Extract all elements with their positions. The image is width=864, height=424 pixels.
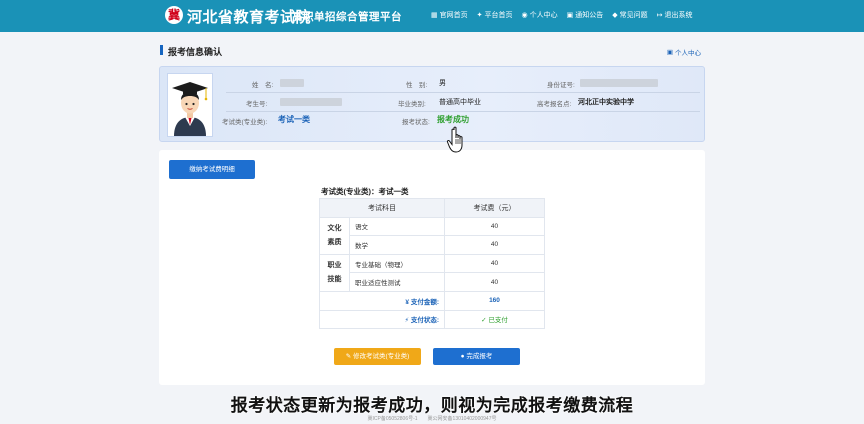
subject-cell: 语文 <box>349 216 445 237</box>
info-row-2: 考生号: 毕业类别: 普通高中毕业 高考报名点: 河北正中实验中学 <box>226 94 700 112</box>
fee-cell: 40 <box>444 216 545 237</box>
faq-icon: ◆ <box>612 12 618 19</box>
col-subject: 考试科目 <box>319 198 445 218</box>
edit-icon: ✎ <box>345 353 353 360</box>
nav-logout[interactable]: ↦ 退出系统 <box>657 10 693 20</box>
exam-number-label: 考生号: <box>246 101 268 108</box>
platform-icon: ✦ <box>476 12 483 19</box>
fee-cell: 40 <box>444 253 545 274</box>
exam-type-label: 考试类(专业类): <box>222 119 268 126</box>
footer-icp: 冀ICP备05052806号-1 冀公网安备13010402000947号 <box>367 416 497 422</box>
table-caption: 考试类(专业类)：考试一类 <box>321 187 409 196</box>
status-label: 报考状态: <box>402 119 430 126</box>
page-title: 报考信息确认 <box>168 47 223 57</box>
page-header: 报考信息确认 ▣ 个人中心 <box>160 43 705 59</box>
avatar <box>167 73 213 137</box>
applicant-info-card: 姓 名: 性 别: 男 身份证号: 考生号: 毕业类别: 普通高中毕业 高考报名… <box>159 66 705 142</box>
subject-cell: 职业适应性测试 <box>349 272 445 292</box>
table-row: 职业适应性测试 40 <box>320 272 545 292</box>
graduation-type-value: 普通高中毕业 <box>439 99 481 106</box>
title-accent-bar <box>160 45 163 55</box>
finish-registration-button[interactable]: ● 完成报考 <box>433 348 520 365</box>
name-value-redacted <box>280 79 304 87</box>
logo-icon: 冀 <box>165 6 183 24</box>
registration-point-label: 高考报名点: <box>537 101 572 108</box>
video-caption: 报考状态更新为报考成功，则视为完成报考缴费流程 <box>230 396 634 415</box>
fee-cell: 40 <box>444 272 545 292</box>
hand-pointer-cursor-icon <box>446 126 463 153</box>
home-icon: ▦ <box>431 12 438 19</box>
total-amount-value: 160 <box>444 290 545 311</box>
subject-cell: 数学 <box>349 235 445 255</box>
gender-label: 性 别: <box>406 82 428 89</box>
total-amount-label: ¥ 支付金额: <box>319 290 445 311</box>
nav-personal[interactable]: ◉ 个人中心 <box>522 10 558 20</box>
platform-subtitle: 高职单招综合管理平台 <box>292 11 402 23</box>
personal-center-link[interactable]: ▣ 个人中心 <box>667 47 701 57</box>
total-row: ¥ 支付金额: 160 <box>319 290 545 311</box>
table-row: 文化素质 语文 40 <box>319 216 545 255</box>
registration-point-value: 河北正中实验中学 <box>578 99 634 106</box>
exam-type-value: 考试一类 <box>278 115 310 124</box>
name-label: 姓 名: <box>252 82 274 89</box>
gender-value: 男 <box>439 80 446 87</box>
exam-number-redacted <box>280 98 342 106</box>
graduate-avatar-icon <box>168 74 212 136</box>
subject-cell: 专业基础（物理） <box>349 253 445 274</box>
info-row-1: 姓 名: 性 别: 男 身份证号: <box>226 75 700 93</box>
graduation-type-label: 毕业类别: <box>398 101 426 108</box>
edit-exam-type-button[interactable]: ✎ 修改考试类(专业类) <box>334 348 421 365</box>
fee-detail-button[interactable]: 缴纳考试费明细 <box>169 160 255 179</box>
nav-home[interactable]: ▦ 官网首页 <box>431 10 468 20</box>
fee-detail-panel: 缴纳考试费明细 考试类(专业类)：考试一类 考试科目 考试费（元） 文化素质 语… <box>159 150 705 385</box>
top-bar: 冀 河北省教育考试院 高职单招综合管理平台 ▦ 官网首页 ✦ 平台首页 ◉ 个人中心 … <box>0 0 864 32</box>
user-icon: ▣ <box>666 49 673 56</box>
notice-icon: ▣ <box>566 12 574 19</box>
payment-status-label: ⚡ 支付状态: <box>319 309 445 330</box>
status-value: 报考成功 <box>437 115 469 124</box>
nav-notice[interactable]: ▣ 通知公告 <box>567 10 604 20</box>
id-number-redacted <box>580 79 658 87</box>
fee-cell: 40 <box>444 235 545 255</box>
user-icon: ◉ <box>521 12 528 19</box>
category-cell: 职业技能 <box>319 253 350 292</box>
logout-icon: ↦ <box>656 12 663 19</box>
top-nav: ▦ 官网首页 ✦ 平台首页 ◉ 个人中心 ▣ 通知公告 ◆ 常见问题 ↦ 退出系统 <box>431 10 693 20</box>
payment-status-row: ⚡ 支付状态: ✓ 已支付 <box>319 309 545 330</box>
table-header-row: 考试科目 考试费（元） <box>319 198 545 218</box>
table-row: 职业技能 专业基础（物理） 40 <box>319 253 545 292</box>
id-number-label: 身份证号: <box>547 82 575 89</box>
nav-faq[interactable]: ◆ 常见问题 <box>612 10 647 20</box>
nav-platform[interactable]: ✦ 平台首页 <box>477 10 513 20</box>
table-row: 数学 40 <box>320 235 545 255</box>
col-fee: 考试费（元） <box>444 198 545 218</box>
category-cell: 文化素质 <box>319 216 350 255</box>
payment-status-value: ✓ 已支付 <box>444 309 545 330</box>
fee-table: 考试科目 考试费（元） 文化素质 语文 40 数学 40 职业技能 专业基础（物… <box>319 198 545 330</box>
